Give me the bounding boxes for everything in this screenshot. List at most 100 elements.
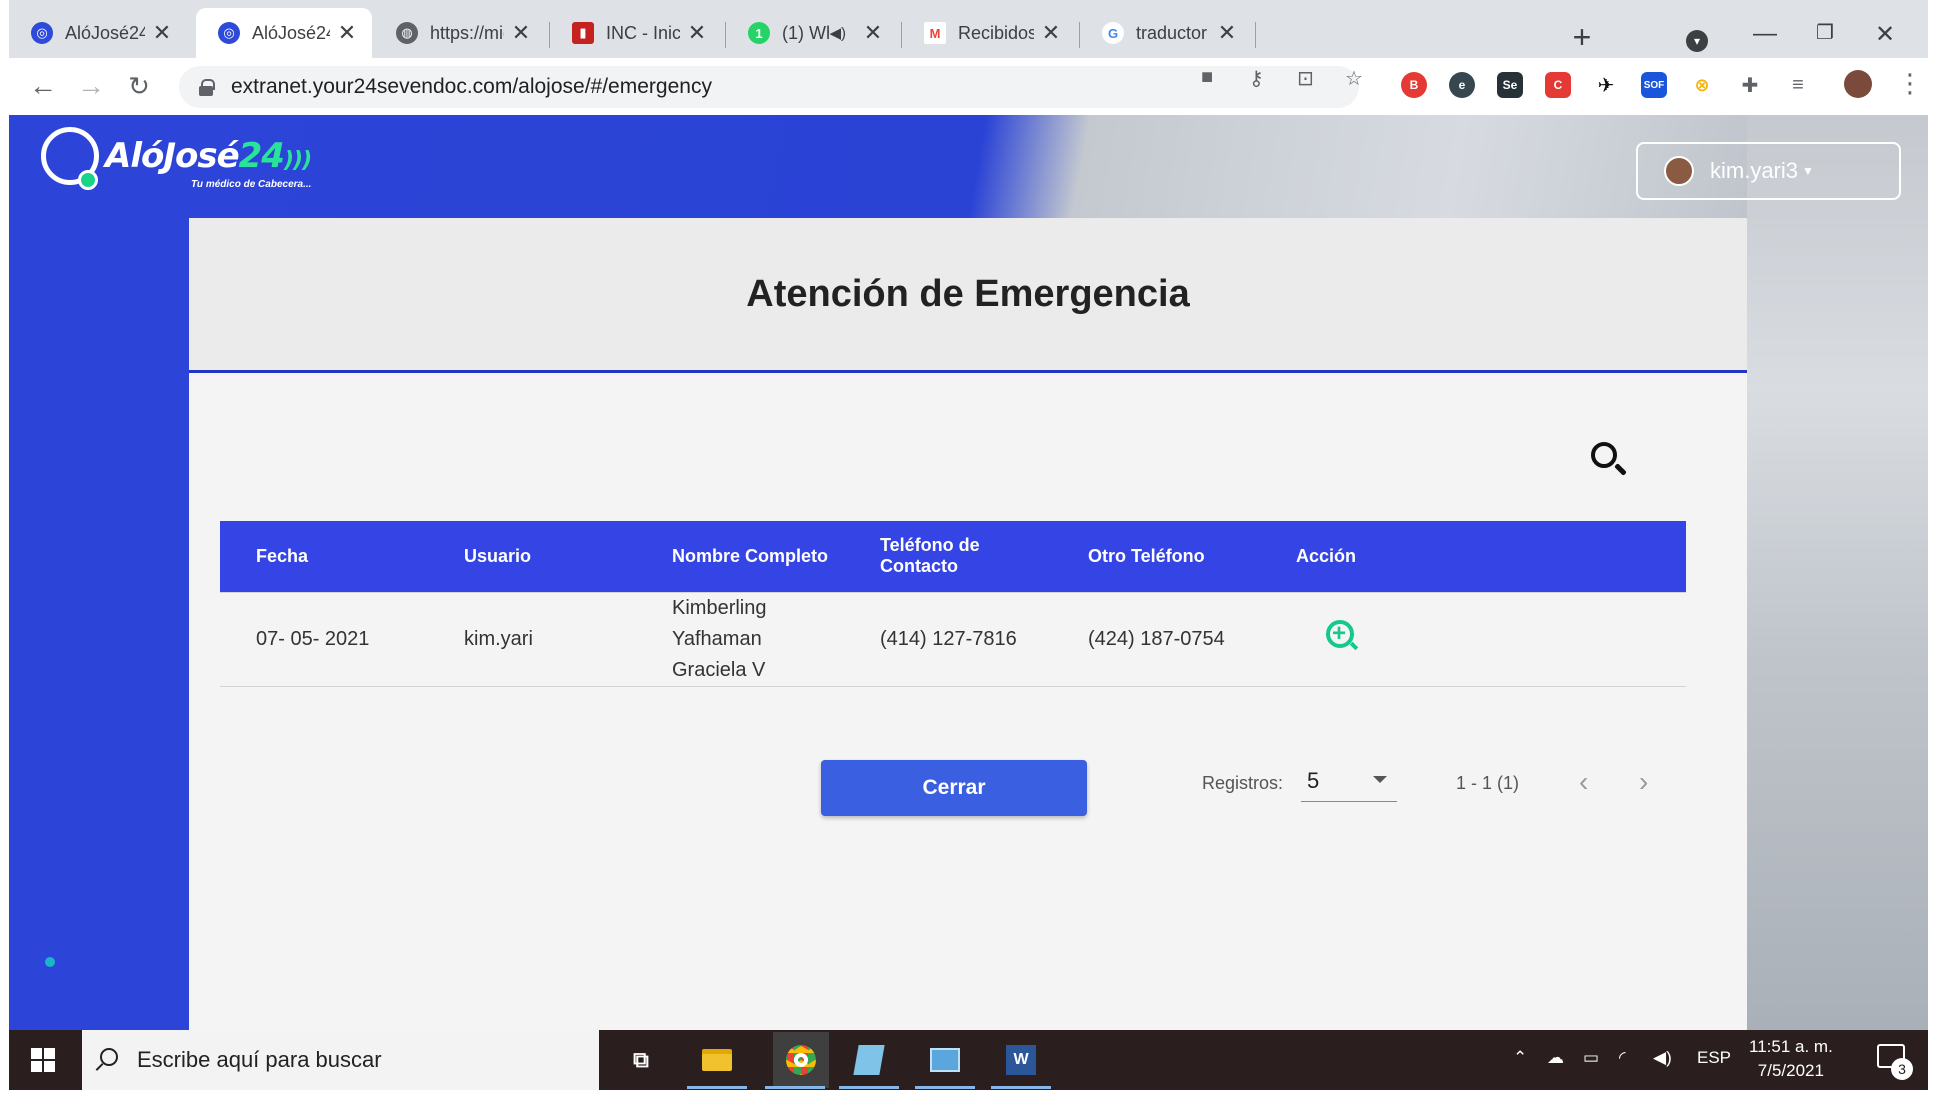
puzzle-icon[interactable]: ✚: [1737, 72, 1763, 98]
windows-taskbar: Escribe aquí para buscar ⧉ W ⌃ ☁ ▭ ◜ ◀) …: [9, 1030, 1928, 1090]
card-header: Atención de Emergencia: [189, 218, 1747, 373]
table-header-row: Fecha Usuario Nombre Completo Teléfono d…: [220, 521, 1686, 592]
active-app-indicator: [765, 1086, 825, 1089]
bookmark-star-icon[interactable]: ☆: [1345, 66, 1363, 91]
clock-date: 7/5/2021: [1757, 1061, 1824, 1080]
minimize-icon[interactable]: —: [1745, 20, 1785, 48]
tab-mid[interactable]: ◍ https://mid.you ✕: [374, 8, 546, 58]
address-bar[interactable]: extranet.your24sevendoc.com/alojose/#/em…: [179, 66, 1359, 108]
gmail-icon: M: [924, 22, 946, 44]
speaker-icon[interactable]: ◀): [829, 24, 846, 42]
translate-icon[interactable]: ⊡: [1297, 66, 1314, 91]
google-icon: G: [1102, 22, 1124, 44]
extension-c-icon[interactable]: C: [1545, 72, 1571, 98]
previous-page-icon[interactable]: ‹: [1579, 766, 1588, 798]
stethoscope-icon: [41, 127, 99, 190]
file-explorer-icon[interactable]: [697, 1040, 737, 1080]
table-row: 07- 05- 2021 kim.yari Kimberling Yafhama…: [220, 591, 1686, 687]
user-menu-button[interactable]: kim.yari3 ▼: [1636, 142, 1901, 200]
tab-google[interactable]: G traductor - Bus ✕: [1080, 8, 1252, 58]
taskbar-search-box[interactable]: Escribe aquí para buscar: [82, 1030, 599, 1090]
battery-icon[interactable]: ▭: [1583, 1048, 1599, 1068]
tab-gmail[interactable]: M Recibidos (733 ✕: [902, 8, 1076, 58]
reload-icon[interactable]: ↻: [121, 68, 157, 104]
chrome-icon[interactable]: [773, 1032, 829, 1088]
close-icon[interactable]: ✕: [862, 20, 884, 46]
next-page-icon[interactable]: ›: [1639, 766, 1648, 798]
column-header-telefono[interactable]: Teléfono de Contacto: [844, 521, 1052, 592]
camera-icon[interactable]: ■: [1201, 66, 1213, 89]
background-photo: [1747, 115, 1928, 1030]
cell-nombre-line1: Kimberling Yafhaman: [672, 596, 767, 650]
new-tab-button[interactable]: +: [1565, 20, 1599, 54]
close-icon[interactable]: ✕: [1040, 20, 1062, 46]
active-app-indicator: [915, 1086, 975, 1089]
playlist-icon[interactable]: ≡: [1785, 72, 1811, 98]
extension-arrow-icon[interactable]: ✈: [1593, 72, 1619, 98]
close-icon[interactable]: ✕: [510, 20, 532, 46]
tab-title: traductor - Bus: [1136, 22, 1210, 43]
chevron-up-icon[interactable]: ⌃: [1513, 1048, 1527, 1068]
column-header-otro-telefono[interactable]: Otro Teléfono: [1052, 521, 1260, 592]
tab-search-icon[interactable]: ▾: [1686, 30, 1708, 52]
back-icon[interactable]: ←: [25, 68, 61, 104]
active-app-indicator: [991, 1086, 1051, 1089]
window-close-icon[interactable]: ✕: [1865, 20, 1905, 49]
chevron-down-icon: [1373, 776, 1387, 783]
control-panel-icon[interactable]: [925, 1040, 965, 1080]
tab-inc[interactable]: ▮ INC - Iniciar Se ✕: [550, 8, 722, 58]
onedrive-cloud-icon[interactable]: ☁: [1547, 1048, 1564, 1068]
system-clock[interactable]: 11:51 a. m. 7/5/2021: [1749, 1035, 1833, 1083]
globe-icon: ◍: [396, 22, 418, 44]
zoom-in-icon[interactable]: [1326, 618, 1354, 649]
whatsapp-icon: 1: [748, 22, 770, 44]
wifi-icon[interactable]: ◜: [1619, 1048, 1626, 1068]
close-icon[interactable]: ✕: [686, 20, 708, 46]
close-icon[interactable]: ✕: [336, 20, 358, 46]
extension-b-icon[interactable]: B: [1401, 72, 1427, 98]
page-size-select[interactable]: 5: [1301, 768, 1397, 802]
extension-e-icon[interactable]: e: [1449, 72, 1475, 98]
notification-count-badge: 3: [1891, 1058, 1913, 1080]
brand-tagline: Tu médico de Cabecera...: [191, 179, 312, 190]
forward-icon[interactable]: →: [73, 68, 109, 104]
column-header-fecha[interactable]: Fecha: [220, 521, 428, 592]
tab-whatsapp[interactable]: 1 (1) WhatsA ◀) ✕: [726, 8, 898, 58]
notepad-icon[interactable]: [849, 1040, 889, 1080]
word-icon[interactable]: W: [1001, 1040, 1041, 1080]
volume-icon[interactable]: ◀): [1653, 1048, 1672, 1068]
tab-separator: [1255, 22, 1256, 48]
extension-x-icon[interactable]: ⊗: [1689, 72, 1715, 98]
cell-fecha: 07- 05- 2021: [220, 591, 428, 687]
tab-title: Recibidos (733: [958, 22, 1034, 43]
cell-otro-telefono: (424) 187-0754: [1052, 591, 1260, 687]
restore-icon[interactable]: ❐: [1805, 20, 1845, 45]
windows-start-icon[interactable]: [31, 1048, 55, 1072]
cell-nombre: Kimberling Yafhaman Graciela V: [636, 591, 844, 687]
page-title: Atención de Emergencia: [746, 272, 1190, 315]
inc-icon: ▮: [572, 22, 594, 44]
column-header-nombre[interactable]: Nombre Completo: [636, 521, 844, 592]
extension-sof-icon[interactable]: SOF: [1641, 72, 1667, 98]
browser-menu-icon[interactable]: ⋮: [1897, 68, 1923, 99]
tab-alojose-2[interactable]: ◎ AlóJosé24 ✕: [196, 8, 372, 58]
emergency-card: Atención de Emergencia Fecha Usuario Nom…: [189, 218, 1747, 1030]
close-button[interactable]: Cerrar: [821, 760, 1087, 816]
search-icon[interactable]: [1589, 440, 1629, 480]
key-icon[interactable]: ⚷: [1249, 66, 1264, 91]
lock-icon: [199, 79, 215, 96]
active-app-indicator: [687, 1086, 747, 1089]
column-header-usuario[interactable]: Usuario: [428, 521, 636, 592]
browser-profile-avatar[interactable]: [1844, 70, 1872, 98]
app-page: AlóJosé24))) Tu médico de Cabecera... ki…: [9, 115, 1928, 1030]
alojose-icon: ◎: [31, 22, 53, 44]
language-indicator[interactable]: ESP: [1697, 1048, 1731, 1068]
extension-se-icon[interactable]: Se: [1497, 72, 1523, 98]
close-icon[interactable]: ✕: [1216, 20, 1238, 46]
close-icon[interactable]: ✕: [151, 20, 173, 46]
app-logo[interactable]: AlóJosé24))) Tu médico de Cabecera...: [41, 127, 312, 190]
tab-alojose-1[interactable]: ◎ AlóJosé24 ✕: [9, 8, 187, 58]
cell-accion: [1260, 591, 1686, 687]
username-label: kim.yari3: [1710, 158, 1799, 183]
task-view-icon[interactable]: ⧉: [621, 1040, 661, 1080]
